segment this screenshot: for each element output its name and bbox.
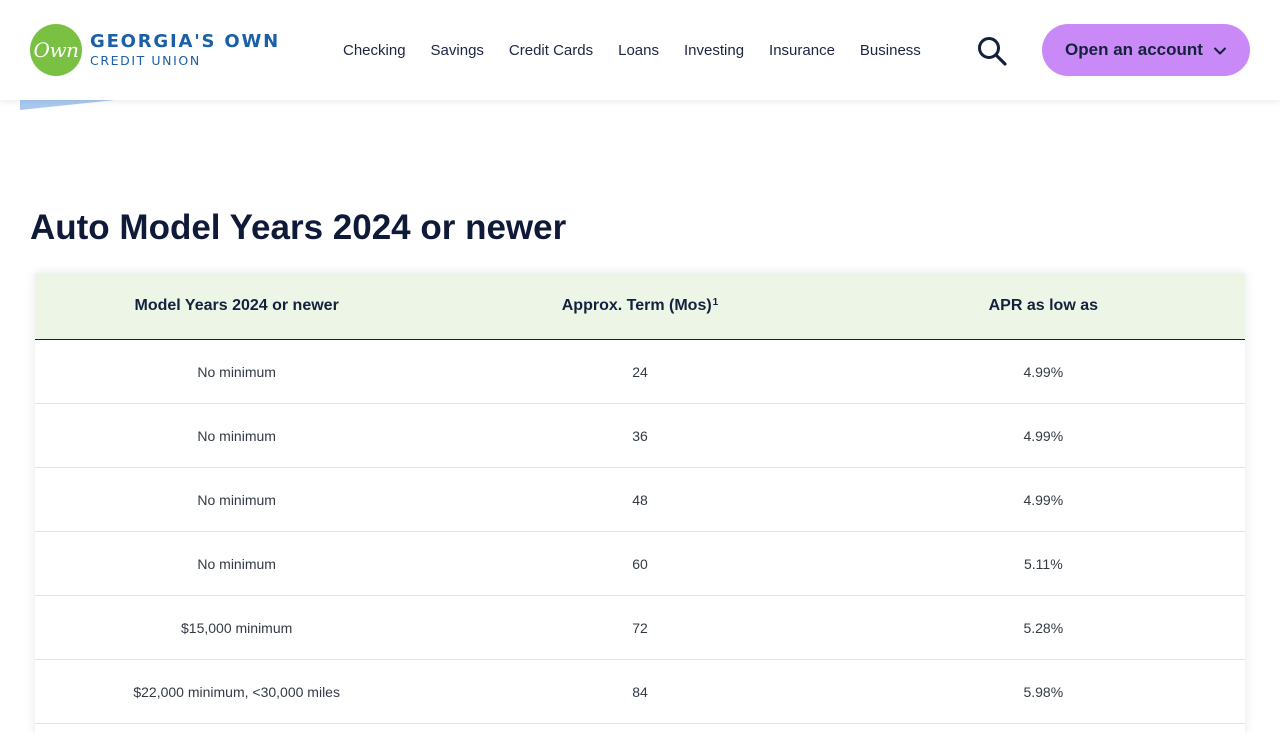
column-header-term: Approx. Term (Mos) 1 <box>438 273 841 339</box>
search-icon[interactable] <box>975 34 1009 68</box>
site-header: Own GEORGIA'S OWN CREDIT UNION Checking … <box>0 0 1280 100</box>
nav-business[interactable]: Business <box>860 42 921 59</box>
cell-apr: 5.28% <box>1023 619 1064 636</box>
main-nav: Checking Savings Credit Cards Loans Inve… <box>343 0 921 100</box>
logo[interactable]: Own GEORGIA'S OWN CREDIT UNION <box>30 24 280 76</box>
cell-term: 84 <box>632 683 648 700</box>
table-row: No minimum 36 4.99% <box>35 404 1245 468</box>
cell-term: 60 <box>632 555 648 572</box>
cell-apr: 4.99% <box>1023 491 1064 508</box>
column-header-label: Approx. Term (Mos) <box>561 297 712 314</box>
table-row: $22,000 minimum, <30,000 miles 84 5.98% <box>35 660 1245 724</box>
table-row: No minimum 48 4.99% <box>35 468 1245 532</box>
cell-model-years: No minimum <box>197 427 276 444</box>
nav-investing[interactable]: Investing <box>684 42 744 59</box>
decorative-accent <box>20 100 115 110</box>
chevron-down-icon <box>1213 43 1227 57</box>
table-row: $15,000 minimum 72 5.28% <box>35 596 1245 660</box>
cell-term: 48 <box>632 491 648 508</box>
page-title: Auto Model Years 2024 or newer <box>30 208 567 247</box>
cell-model-years: $15,000 minimum <box>181 619 293 636</box>
cell-term: 36 <box>632 427 648 444</box>
column-header-model-years: Model Years 2024 or newer <box>35 273 438 339</box>
column-header-apr: APR as low as <box>842 273 1245 339</box>
cell-apr: 4.99% <box>1023 363 1064 380</box>
table-header-row: Model Years 2024 or newer Approx. Term (… <box>35 273 1245 340</box>
nav-savings[interactable]: Savings <box>431 42 484 59</box>
cell-apr: 5.98% <box>1023 683 1064 700</box>
cell-model-years: No minimum <box>197 555 276 572</box>
column-header-label: Model Years 2024 or newer <box>134 297 339 314</box>
cell-model-years: $22,000 minimum, <30,000 miles <box>133 683 340 700</box>
table-row: No minimum 24 4.99% <box>35 340 1245 404</box>
cell-apr: 4.99% <box>1023 427 1064 444</box>
column-header-label: APR as low as <box>988 297 1098 314</box>
logo-mark: Own <box>30 24 82 76</box>
logo-subname: CREDIT UNION <box>90 53 201 68</box>
logo-mark-text: Own <box>33 38 79 62</box>
open-account-button[interactable]: Open an account <box>1042 24 1250 76</box>
cell-term: 24 <box>632 363 648 380</box>
nav-loans[interactable]: Loans <box>618 42 659 59</box>
open-account-label: Open an account <box>1065 40 1203 59</box>
nav-insurance[interactable]: Insurance <box>769 42 835 59</box>
nav-credit-cards[interactable]: Credit Cards <box>509 42 593 59</box>
footnote-marker[interactable]: 1 <box>713 297 719 308</box>
cell-apr: 5.11% <box>1023 555 1063 572</box>
table-row: No minimum 60 5.11% <box>35 532 1245 596</box>
cell-term: 72 <box>632 619 648 636</box>
rates-table: Model Years 2024 or newer Approx. Term (… <box>35 273 1245 733</box>
logo-name: GEORGIA'S OWN <box>90 31 280 52</box>
nav-checking[interactable]: Checking <box>343 42 406 59</box>
cell-model-years: No minimum <box>197 363 276 380</box>
cell-model-years: No minimum <box>197 491 276 508</box>
